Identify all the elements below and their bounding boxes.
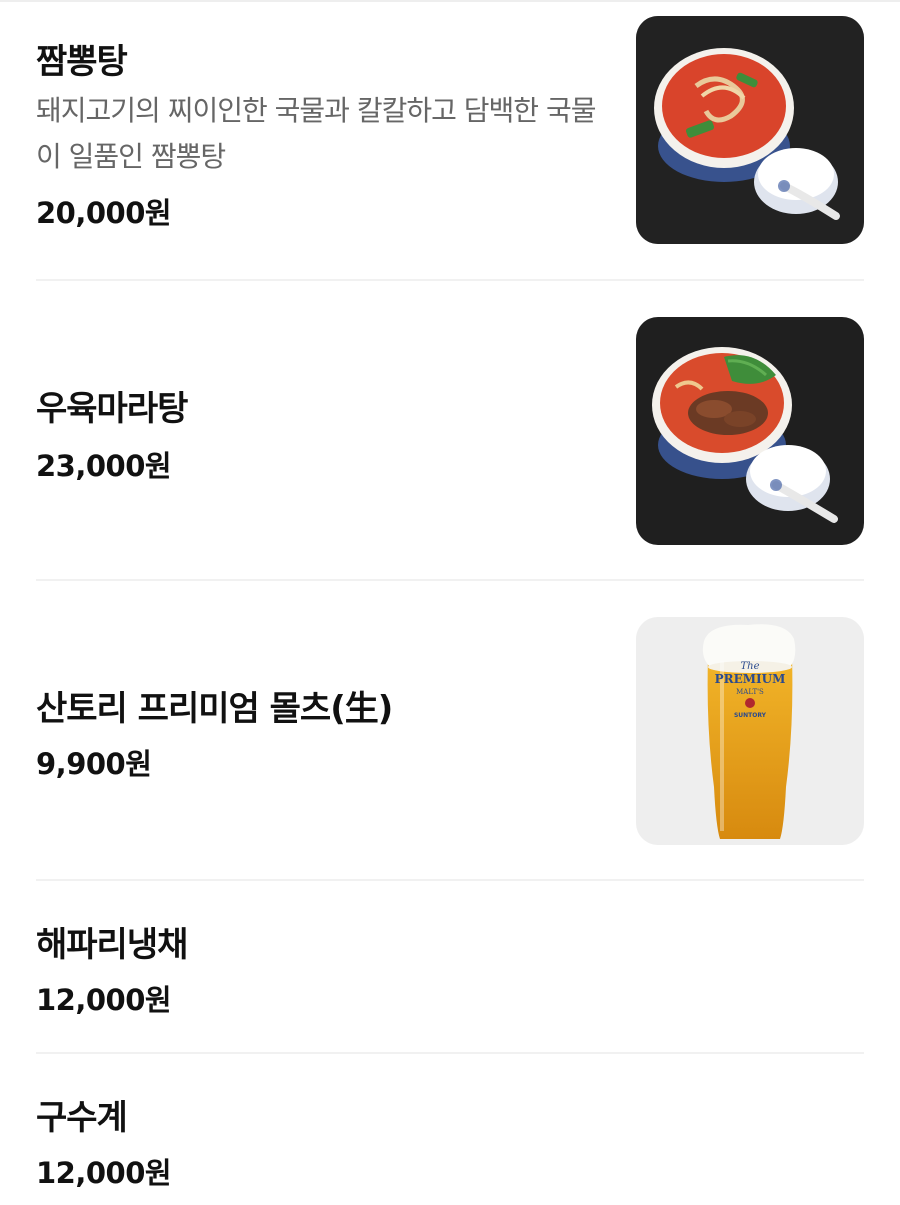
menu-item-price: 23,000원 <box>36 449 172 483</box>
menu-item-price: 12,000원 <box>36 983 172 1017</box>
jjamppong-soup-photo[interactable] <box>636 16 864 244</box>
beef-mala-soup-photo[interactable] <box>636 317 864 545</box>
menu-item-name: 산토리 프리미엄 몰츠(生) <box>36 689 393 729</box>
menu-item-price: 9,900원 <box>36 747 152 781</box>
menu-item-description: 돼지고기의 찌이인한 국물과 칼칼하고 담백한 국물이 일품인 짬뽕탕 <box>36 94 596 173</box>
menu-item-name: 짬뽕탕 <box>36 42 128 82</box>
menu-item-gusugye[interactable]: 구수계 12,000원 <box>36 1054 864 1205</box>
menu-item-price: 20,000원 <box>36 196 172 230</box>
svg-text:PREMIUM: PREMIUM <box>715 672 786 686</box>
menu-item-name: 우육마라탕 <box>36 389 188 429</box>
menu-list: 짬뽕탕 돼지고기의 찌이인한 국물과 칼칼하고 담백한 국물이 일품인 짬뽕탕 … <box>0 0 900 1205</box>
menu-item-jellyfish-salad[interactable]: 해파리냉채 12,000원 <box>36 881 864 1053</box>
menu-item-price: 12,000원 <box>36 1156 172 1190</box>
menu-item-name: 해파리냉채 <box>36 925 188 965</box>
menu-item-name: 구수계 <box>36 1098 128 1138</box>
menu-item-jjamppongtang[interactable]: 짬뽕탕 돼지고기의 찌이인한 국물과 칼칼하고 담백한 국물이 일품인 짬뽕탕 … <box>36 2 864 280</box>
menu-item-beef-malatang[interactable]: 우육마라탕 23,000원 <box>36 281 864 579</box>
svg-text:The: The <box>740 661 759 672</box>
beer-glass-photo[interactable]: The PREMIUM MALT'S SUNTORY <box>636 617 864 845</box>
svg-text:SUNTORY: SUNTORY <box>734 712 767 719</box>
menu-item-suntory-premium-malts[interactable]: 산토리 프리미엄 몰츠(生) 9,900원 The PREMIUM MALT'S <box>36 581 864 880</box>
svg-text:MALT'S: MALT'S <box>736 688 764 696</box>
